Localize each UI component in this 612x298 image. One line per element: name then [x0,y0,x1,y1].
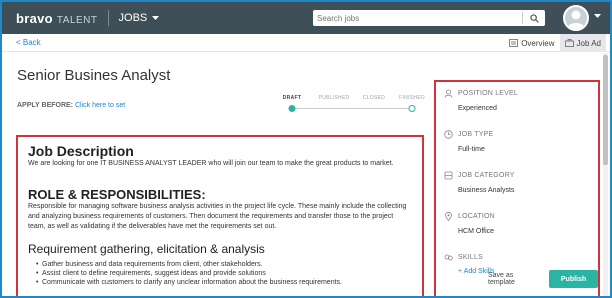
location-value: HCM Office [458,228,495,235]
job-type-value: Full-time [458,146,485,153]
job-type-label: JOB TYPE [458,131,494,138]
role-text: Responsible for managing software busine… [28,203,407,230]
location-label: LOCATION [458,213,495,220]
skills-label: SKILLS [458,254,483,261]
page-scrollbar[interactable] [603,53,608,296]
requirement-list: Gather business and data requirements fr… [28,260,412,287]
list-item: Communicate with customers to clarify an… [36,278,412,287]
avatar-chevron-down-icon[interactable] [594,14,601,19]
save-as-template-button[interactable]: Save as template [488,272,537,286]
module-menu-label: JOBS [118,12,148,24]
description-heading: Job Description [28,143,134,159]
sub-toolbar: < Back Overview Job Ad [2,34,610,52]
top-navigation-bar: bravo TALENT JOBS [2,2,610,34]
user-level-icon [444,89,453,98]
position-level-label: POSITION LEVEL [458,90,518,97]
step-draft-dot[interactable] [288,105,296,112]
search-box [313,10,545,26]
app-window: bravo TALENT JOBS < Back Overview [0,0,612,298]
step-draft-label: DRAFT [282,95,302,101]
requirement-heading: Requirement gathering, elicitation & ana… [28,242,265,256]
skills-icon [444,254,453,261]
step-published-label: PUBLISHED [318,95,350,101]
clock-icon [444,130,453,139]
job-category-field[interactable]: JOB CATEGORY Business Analysts [444,171,590,209]
job-category-value: Business Analysts [458,187,515,194]
search-input[interactable] [313,11,522,25]
job-category-label: JOB CATEGORY [458,172,515,179]
step-closed-label: CLOSED [362,95,386,101]
tab-overview[interactable]: Overview [504,34,559,52]
step-finished-dot[interactable] [408,105,416,112]
logo-suffix: TALENT [56,14,98,26]
progress-line [292,108,412,109]
page-title: Senior Busines Analyst [17,67,171,84]
step-finished-label: FINISHED [399,95,425,101]
module-menu[interactable]: JOBS [119,12,160,24]
chevron-down-icon [152,15,160,20]
tab-overview-label: Overview [521,38,555,48]
location-field[interactable]: LOCATION HCM Office [444,212,590,250]
job-description-editor[interactable]: Job Description We are looking for one I… [16,135,424,296]
overview-icon [509,39,519,47]
scrollbar-thumb[interactable] [603,55,608,165]
position-level-value: Experienced [458,105,497,112]
status-progress: DRAFT PUBLISHED CLOSED FINISHED [282,95,425,115]
view-tabs: Overview Job Ad [504,34,606,52]
header-divider [107,10,109,26]
panel-actions: Save as template Publish [488,270,598,288]
logo-brand: bravo [16,10,53,26]
publish-button[interactable]: Publish [549,270,598,288]
apply-before-label: APPLY BEFORE: [17,102,74,109]
tab-job-ad[interactable]: Job Ad [559,34,606,52]
search-icon[interactable] [523,13,545,23]
user-avatar[interactable] [563,5,589,31]
tab-job-ad-label: Job Ad [576,38,601,48]
back-link[interactable]: < Back [16,38,41,47]
job-type-field[interactable]: JOB TYPE Full-time [444,130,590,168]
description-intro: We are looking for one IT BUSINESS ANALY… [28,160,394,167]
user-silhouette-icon [567,10,585,29]
role-heading: ROLE & RESPONSIBILITIES: [28,187,206,202]
job-details-panel: POSITION LEVEL Experienced JOB TYPE Full… [434,80,600,296]
briefcase-icon [564,39,574,47]
location-pin-icon [445,212,452,221]
list-item: Assist client to define requirements, su… [36,269,412,278]
list-item: Gather business and data requirements fr… [36,260,412,269]
app-logo[interactable]: bravo TALENT [16,11,98,26]
category-icon [444,171,453,180]
position-level-field[interactable]: POSITION LEVEL Experienced [444,89,590,127]
apply-before: APPLY BEFORE: Click here to set [17,102,125,109]
apply-before-link[interactable]: Click here to set [75,102,125,109]
